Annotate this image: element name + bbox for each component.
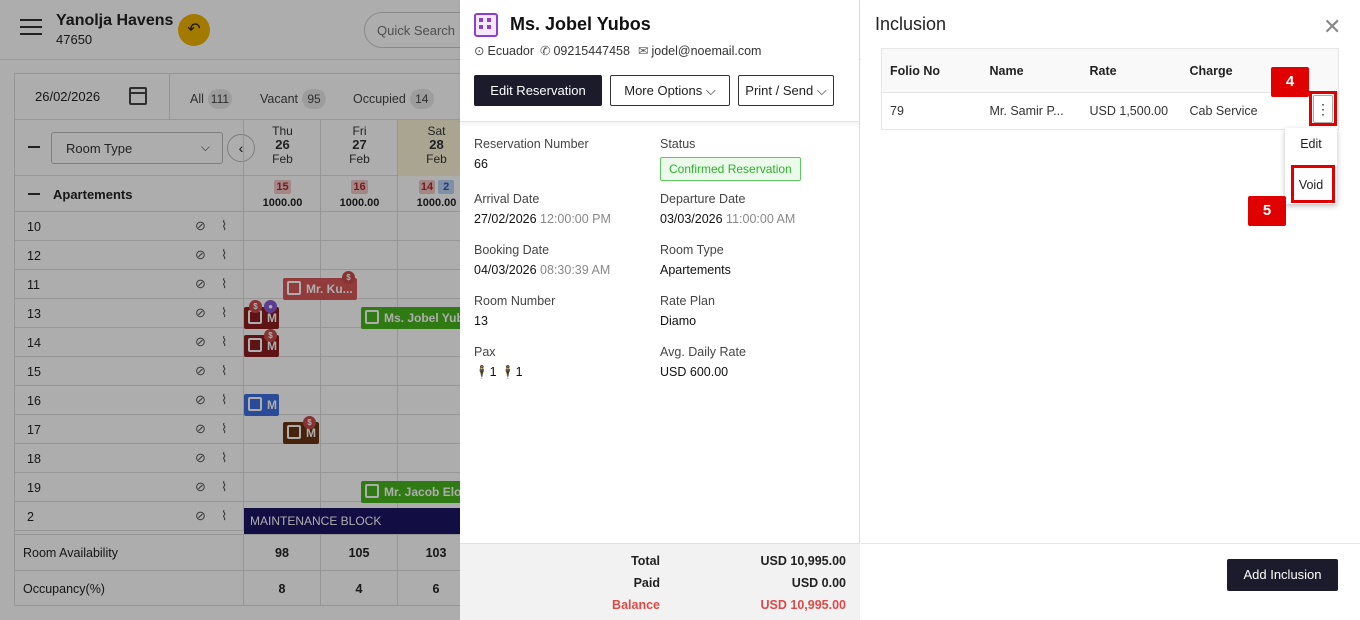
total-value: USD 10,995.00 [760,554,846,568]
rate-cell: USD 1,500.00 [1089,104,1169,118]
edit-reservation-button[interactable]: Edit Reservation [474,75,602,106]
location-icon: ⊙ [474,44,485,58]
status-badge: Confirmed Reservation [660,157,801,181]
guest-name: Ms. Jobel Yubos [510,14,651,34]
reservation-header: Ms. Jobel Yubos ⊙ Ecuador ✆ 09215447458 ✉ j… [460,0,860,122]
room-type-field: Room Type Apartements [660,243,731,277]
reservation-panel: Ms. Jobel Yubos ⊙ Ecuador ✆ 09215447458 ✉ j… [460,0,860,620]
chevron-down-icon: ⌵ [705,83,716,98]
phone: ✆ 09215447458 [540,44,630,58]
folio-cell: 79 [890,104,904,118]
inclusion-footer: Add Inclusion [861,543,1360,620]
email: ✉ jodel@noemail.com [638,44,762,58]
rate-plan-field: Rate Plan Diamo [660,294,715,328]
panel-title: Inclusion [875,14,947,34]
booking-date-field: Booking Date 04/03/2026 08:30:39 AM [474,243,611,277]
menu-item-edit[interactable]: Edit [1285,137,1337,151]
paid-label: Paid [633,576,660,590]
paid-value: USD 0.00 [791,576,846,590]
chevron-down-icon: ⌵ [816,83,827,98]
step-marker: 5 [1248,196,1286,226]
add-inclusion-button[interactable]: Add Inclusion [1227,559,1338,591]
phone-icon: ✆ [540,44,551,58]
total-label: Total [631,554,660,568]
arrival-field: Arrival Date 27/02/2026 12:00:00 PM [474,192,611,226]
pax-field: Pax 🕴1 🕴1 [474,345,523,379]
mail-icon: ✉ [638,44,649,58]
balance-value: USD 10,995.00 [760,598,846,612]
highlight-box [1291,165,1335,203]
name-cell: Mr. Samir P... [989,104,1064,118]
column-header: Rate [1081,48,1182,93]
more-options-button[interactable]: More Options ⌵ [610,75,730,106]
balance-label: Balance [612,598,660,612]
column-header: Name [981,48,1082,93]
step-marker: 4 [1271,67,1309,97]
reservation-number-field: Reservation Number 66 [474,137,589,171]
highlight-box [1309,91,1337,126]
room-number-field: Room Number 13 [474,294,556,328]
inclusion-panel: Inclusion ✕ Folio No Name Rate Charge 79… [861,0,1360,620]
child-icon: 🕴 [500,365,516,379]
close-icon[interactable]: ✕ [1323,16,1341,38]
column-header: Folio No [881,48,982,93]
totals-footer: Total USD 10,995.00 Paid USD 0.00 Balanc… [460,543,860,620]
print-send-button[interactable]: Print / Send ⌵ [738,75,834,106]
status-field: Status Confirmed Reservation [660,137,801,181]
adult-icon: 🕴 [474,365,490,379]
departure-field: Departure Date 03/03/2026 11:00:00 AM [660,192,796,226]
adr-field: Avg. Daily Rate USD 600.00 [660,345,746,379]
table-row[interactable]: 79 Mr. Samir P... USD 1,500.00 Cab Servi… [882,93,1339,130]
column-header: Charge [1181,48,1339,93]
modal-overlay[interactable] [0,0,460,620]
building-icon [474,13,498,37]
country: ⊙ Ecuador [474,44,535,58]
